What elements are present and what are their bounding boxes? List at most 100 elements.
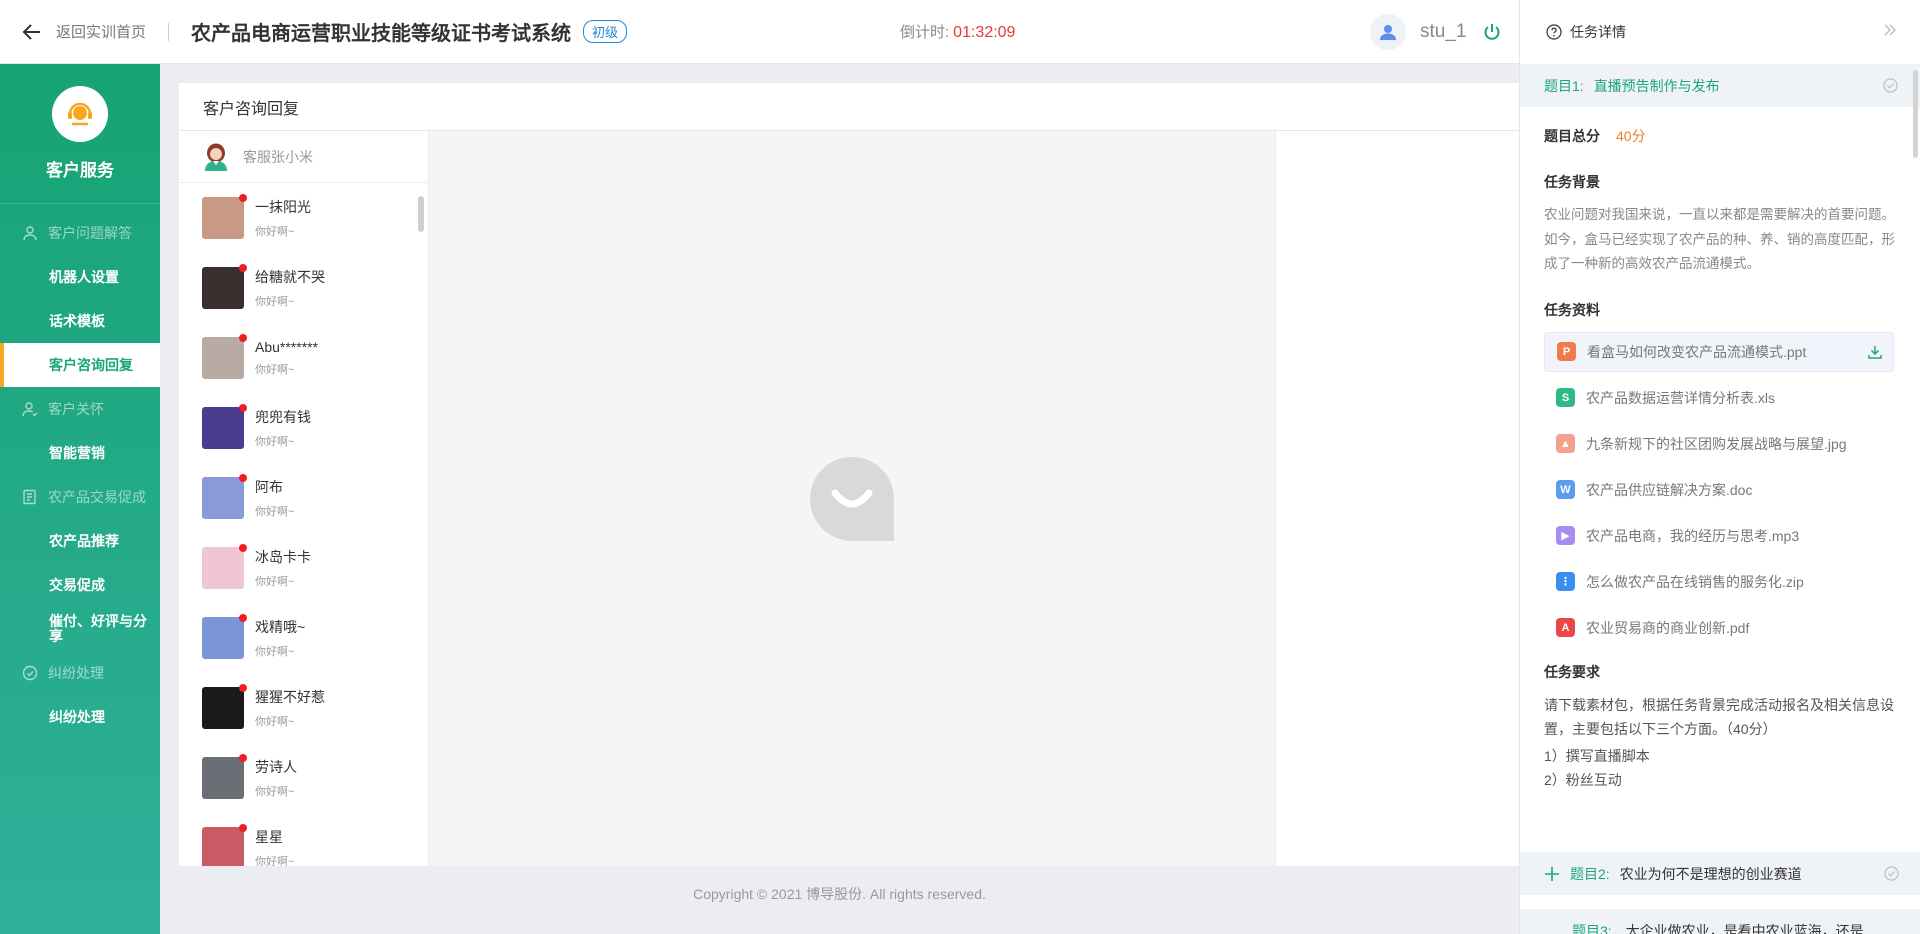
contact-item[interactable]: 猩猩不好惹 你好啊~ xyxy=(179,673,428,743)
contact-last-message: 你好啊~ xyxy=(255,786,295,798)
materials-title: 任务资料 xyxy=(1544,301,1600,318)
sidebar-item-dispute-handling[interactable]: 纠纷处理 xyxy=(0,695,160,739)
contact-item[interactable]: 阿布 你好啊~ xyxy=(179,463,428,533)
requirement-item: 2）粉丝互动 xyxy=(1544,772,1622,788)
power-icon[interactable] xyxy=(1482,22,1502,42)
question-1-header[interactable]: 题目1: 直播预告制作与发布 xyxy=(1520,64,1920,107)
material-file[interactable]: ⋮ 怎么做农产品在线销售的服务化.zip xyxy=(1544,562,1894,602)
contact-last-message: 你好啊~ xyxy=(255,226,295,238)
chat-window xyxy=(429,131,1276,866)
countdown-timer: 倒计时: 01:32:09 xyxy=(900,21,1015,42)
contact-last-message: 你好啊~ xyxy=(255,296,295,308)
task-body: 题目总分 40分 任务背景 农业问题对我国来说，一直以来都是需要解决的首要问题。如… xyxy=(1520,126,1920,793)
contact-text: 冰岛卡卡 你好啊~ xyxy=(255,547,311,589)
system-title: 农产品电商运营职业技能等级证书考试系统 xyxy=(191,23,572,45)
panel-title: 客户咨询回复 xyxy=(179,83,1519,131)
contact-avatar xyxy=(202,264,247,309)
avatar[interactable] xyxy=(1370,14,1406,50)
material-file[interactable]: W 农产品供应链解决方案.doc xyxy=(1544,470,1894,510)
file-name: 农产品电商，我的经历与思考.mp3 xyxy=(1586,527,1800,544)
question-3-header[interactable]: 题目3: 大企业做农业，是看中农业蓝海，还是 xyxy=(1520,909,1920,934)
file-name: 农产品供应链解决方案.doc xyxy=(1586,481,1753,498)
contact-name: 劳诗人 xyxy=(255,759,297,775)
question-3-label: 题目3: xyxy=(1572,923,1612,934)
contact-item[interactable]: Abu******* 你好啊~ xyxy=(179,323,428,393)
requirement-item: 1）撰写直播脚本 xyxy=(1544,747,1650,764)
arrow-left-icon xyxy=(22,23,40,40)
contact-name: 兜兜有钱 xyxy=(255,409,311,425)
task-header-title: 任务详情 xyxy=(1570,24,1626,40)
question-1-title: 直播预告制作与发布 xyxy=(1593,77,1720,94)
file-name: 怎么做农产品在线销售的服务化.zip xyxy=(1586,573,1804,590)
user-icon xyxy=(1380,25,1396,40)
contact-list-scrollbar[interactable] xyxy=(418,196,424,232)
unread-dot xyxy=(239,404,247,412)
task-header: 任务详情 xyxy=(1520,0,1920,64)
agent-avatar-icon xyxy=(205,143,227,171)
contact-text: 给糖就不哭 你好啊~ xyxy=(255,267,325,309)
material-file[interactable]: S 农产品数据运营详情分析表.xls xyxy=(1544,378,1894,418)
material-file[interactable]: A 农业贸易商的商业创新.pdf xyxy=(1544,608,1894,648)
check-circle-icon xyxy=(1884,866,1899,881)
level-badge: 初级 xyxy=(583,20,628,43)
contact-item[interactable]: 给糖就不哭 你好啊~ xyxy=(179,253,428,323)
user-name: stu_1 xyxy=(1420,21,1467,42)
sidebar: 客户服务 客户问题解答 机器人设置 话术模板 客户咨询回复 客户关怀 智能营销 … xyxy=(0,64,160,934)
contact-item[interactable]: 戏精哦~ 你好啊~ xyxy=(179,603,428,673)
ppt-icon: P xyxy=(1557,342,1576,361)
agent-name: 客服张小米 xyxy=(243,148,313,165)
sidebar-group-faq: 客户问题解答 xyxy=(0,211,160,255)
sidebar-item-customer-inquiry[interactable]: 客户咨询回复 xyxy=(0,343,160,387)
footer-copyright: Copyright © 2021 博导股份. All rights reserv… xyxy=(693,886,986,902)
contact-text: 阿布 你好啊~ xyxy=(255,477,294,519)
contacts-container: 一抹阳光 你好啊~ 给糖就不哭 你好啊~ Abu******* 你好啊~ 兜兜有钱 你好啊~ 阿… xyxy=(179,183,428,866)
question-2-header[interactable]: 题目2: 农业为何不是理想的创业赛道 xyxy=(1520,852,1920,895)
sidebar-item-product-recommend[interactable]: 农产品推荐 xyxy=(0,519,160,563)
contact-item[interactable]: 劳诗人你好啊~ xyxy=(179,743,428,813)
contact-list[interactable]: 客服张小米 一抹阳光 你好啊~ 给糖就不哭 你好啊~ Abu******* 你好啊~ 兜兜有… xyxy=(179,131,429,866)
score-row: 题目总分 40分 xyxy=(1544,126,1896,146)
question-2-title: 农业为何不是理想的创业赛道 xyxy=(1619,865,1802,882)
user-care-icon xyxy=(22,402,38,417)
contact-item[interactable]: 星星 你好啊~ xyxy=(179,813,428,866)
contact-item[interactable]: 冰岛卡卡 你好啊~ xyxy=(179,533,428,603)
contact-avatar xyxy=(202,194,247,239)
question-3-title: 大企业做农业，是看中农业蓝海，还是 xyxy=(1625,923,1864,934)
back-to-home-button[interactable]: 返回实训首页 xyxy=(20,20,146,44)
contact-avatar xyxy=(202,684,247,729)
material-file[interactable]: ▲ 九条新规下的社区团购发展战略与展望.jpg xyxy=(1544,424,1894,464)
contact-text: 戏精哦~ 你好啊~ xyxy=(255,617,305,659)
task-panel-scrollbar[interactable] xyxy=(1913,70,1918,158)
contact-text: 猩猩不好惹 你好啊~ xyxy=(255,687,325,729)
contact-item[interactable]: 兜兜有钱 你好啊~ xyxy=(179,393,428,463)
header-divider xyxy=(168,22,170,41)
contact-last-message: 你好啊~ xyxy=(255,576,295,588)
top-header: 返回实训首页 农产品电商运营职业技能等级证书考试系统 初级 倒计时: 01:32:… xyxy=(0,0,1519,64)
file-name: 看盒马如何改变农产品流通模式.ppt xyxy=(1587,343,1807,360)
sidebar-item-robot-settings[interactable]: 机器人设置 xyxy=(0,255,160,299)
sidebar-item-payment-review-share[interactable]: 催付、好评与分享 xyxy=(0,607,160,651)
contact-name: Abu******* xyxy=(255,339,319,355)
contact-avatar xyxy=(202,544,247,589)
contact-last-message: 你好啊~ xyxy=(255,646,295,658)
xls-icon: S xyxy=(1556,388,1575,407)
unread-dot xyxy=(239,684,247,692)
download-icon[interactable] xyxy=(1867,344,1883,360)
sidebar-item-script-templates[interactable]: 话术模板 xyxy=(0,299,160,343)
material-file[interactable]: P 看盒马如何改变农产品流通模式.ppt xyxy=(1544,331,1894,372)
inquiry-panel: 客户咨询回复 客服张小米 一抹阳光 你好啊~ 给糖就不哭 你好啊~ Abu*******… xyxy=(179,83,1519,866)
contact-name: 戏精哦~ xyxy=(255,619,306,635)
audio-icon: ▶ xyxy=(1556,526,1575,545)
double-chevron-right-icon[interactable] xyxy=(1882,22,1898,38)
check-circle-icon xyxy=(1883,78,1898,93)
task-detail-panel: 任务详情 题目1: 直播预告制作与发布 题目总分 40分 任务背景 农业问题对我国… xyxy=(1519,0,1920,934)
unread-dot xyxy=(239,824,247,832)
sidebar-item-smart-marketing[interactable]: 智能营销 xyxy=(0,431,160,475)
unread-dot xyxy=(239,194,247,202)
contact-text: 一抹阳光 你好啊~ xyxy=(255,197,311,239)
material-file[interactable]: ▶ 农产品电商，我的经历与思考.mp3 xyxy=(1544,516,1894,556)
contact-item[interactable]: 一抹阳光 你好啊~ xyxy=(179,183,428,253)
user-menu[interactable]: stu_1 xyxy=(1370,14,1502,50)
unread-dot xyxy=(239,334,247,342)
sidebar-item-deal-closing[interactable]: 交易促成 xyxy=(0,563,160,607)
